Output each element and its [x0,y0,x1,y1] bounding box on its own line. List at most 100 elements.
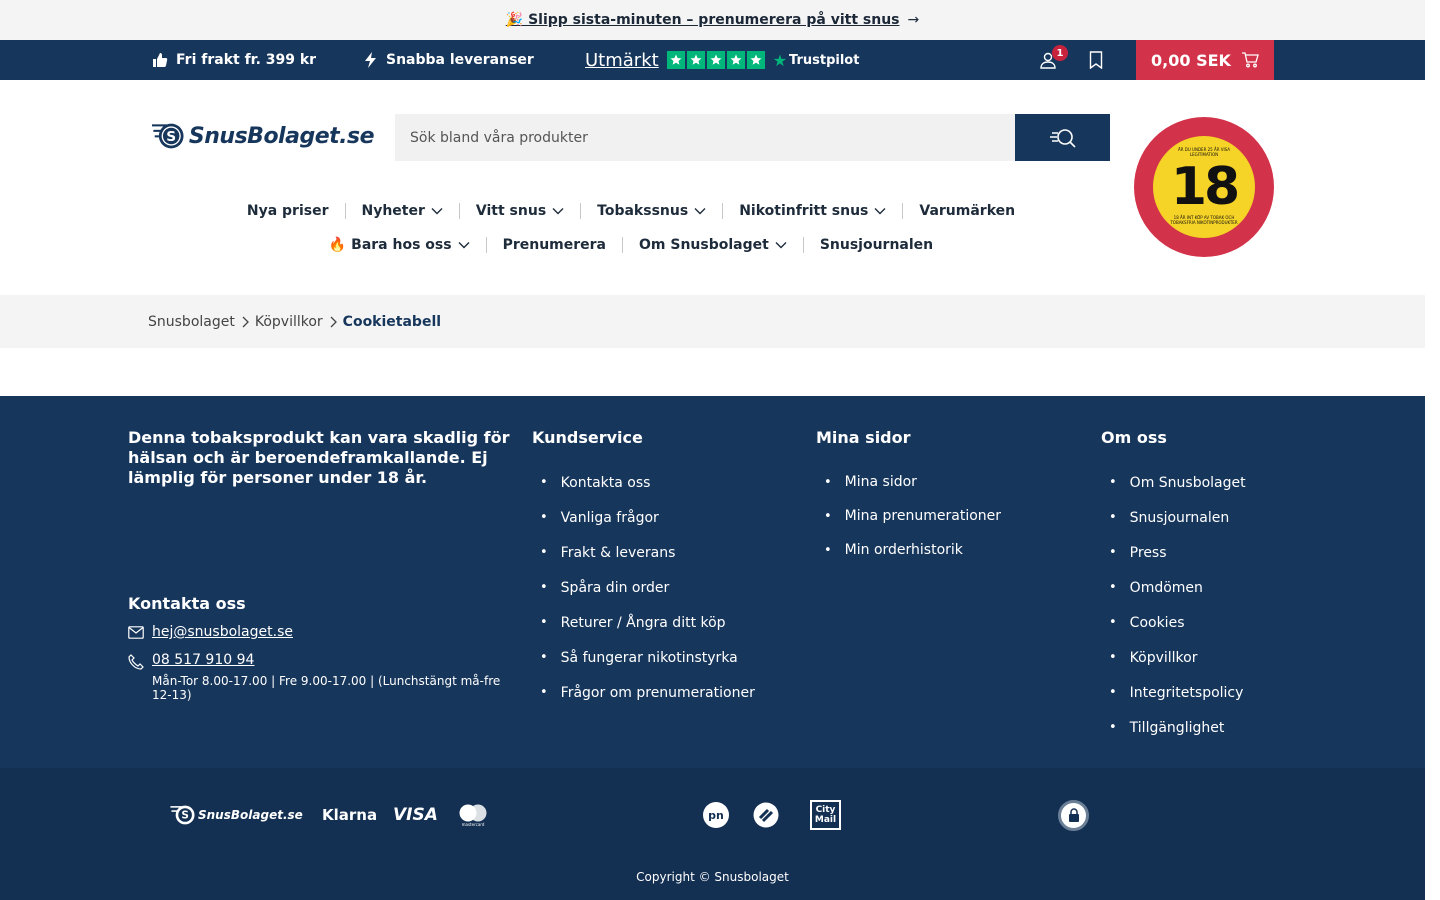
footer-link-item: Min orderhistorik [816,533,1001,567]
chevron-down-icon [694,208,706,215]
breadcrumb-home[interactable]: Snusbolaget [148,314,235,330]
footer-link[interactable]: Omdömen [1130,580,1203,596]
nav-item[interactable]: Nikotinfritt snus [723,203,902,219]
footer-mina-sidor-heading: Mina sidor [816,428,911,447]
chevron-down-icon [431,208,443,215]
footer-link[interactable]: Min orderhistorik [845,542,963,558]
site-logo[interactable]: S SnusBolaget.se [152,115,375,157]
citymail-line1: City [815,805,836,815]
lock-icon [1068,808,1079,822]
postnord-badge: pn [703,802,729,828]
nav-item-label: Varumärken [919,203,1016,219]
nav-item[interactable]: Nya priser [231,203,345,219]
postnord-logo: pn [703,800,729,830]
cart-total: 0,00 SEK [1151,50,1231,70]
footer-om-oss-heading: Om oss [1101,428,1167,447]
footer-om-oss-list: Om Snusbolaget Snusjournalen Press Omdömen C… [1101,465,1246,745]
footer-link[interactable]: Spåra din order [561,580,670,596]
footer-kundservice-list: Kontakta oss Vanliga frågor Frakt & levera… [532,465,755,710]
klarna-text: Klarna [322,806,378,824]
citymail-line2: Mail [814,815,837,825]
snus-logo-icon: S [152,123,184,149]
footer-link[interactable]: Cookies [1130,615,1185,631]
footer-link-item: Så fungerar nikotinstyrka [532,640,755,675]
footer-brand-logo: S SnusBolaget.se [170,800,303,830]
footer-link[interactable]: Om Snusbolaget [1130,475,1246,491]
citymail-box: City Mail [810,800,841,830]
trustpilot-widget[interactable]: Utmärkt ★ Trustpilot [585,40,859,80]
chevron-down-icon [874,208,886,215]
snus-logo-icon: S [170,805,195,825]
nav-item[interactable]: Snusjournalen [804,237,949,253]
footer-link-item: Snusjournalen [1101,500,1246,535]
footer-link-item: Vanliga frågor [532,500,755,535]
cart-icon [1241,52,1259,68]
usp-free-shipping-label: Fri frakt fr. 399 kr [176,52,317,68]
trustpilot-star-icon [726,51,745,69]
trygg-handel-logo [1058,799,1089,831]
footer-brand-text: SnusBolaget.se [198,808,303,822]
health-warning: Denna tobaksprodukt kan vara skadlig för… [128,428,510,487]
age-badge-top-text: ÄR DU UNDER 25 ÅR VISA LEGITIMATION [1177,147,1231,157]
svg-text:S: S [181,810,189,822]
trustpilot-rating: Utmärkt [585,49,659,71]
promo-bar: 🎉 Slipp sista-minuten – prenumerera på v… [0,0,1425,40]
nav-item[interactable]: Tobakssnus [581,203,722,219]
footer-phone-link[interactable]: 08 517 910 94 [152,652,254,668]
breadcrumb-current: Cookietabell [342,313,442,330]
footer-link[interactable]: Returer / Ångra ditt köp [561,615,726,631]
footer-link-item: Tillgänglighet [1101,710,1246,745]
footer-link-item: Integritetspolicy [1101,675,1246,710]
main-nav-row-1: Nya priser Nyheter Vitt snus Tobakssnus Niko… [0,200,1262,222]
cart-button[interactable]: 0,00 SEK [1136,40,1274,80]
breadcrumb-kopvillkor[interactable]: Köpvillkor [255,314,323,330]
phone-icon [128,654,144,670]
nav-item[interactable]: Prenumerera [487,237,622,253]
usp-free-shipping: Fri frakt fr. 399 kr [152,40,316,80]
trustpilot-star-icon [686,51,705,69]
lightning-icon [365,52,376,68]
account-button[interactable]: 1 [1038,40,1068,80]
visa-logo: VISA [393,800,438,830]
mastercard-icon [459,804,487,821]
footer-email-link[interactable]: hej@snusbolaget.se [152,624,293,640]
footer-link-item: Köpvillkor [1101,640,1246,675]
footer-link[interactable]: Vanliga frågor [561,510,659,526]
instabox-logo [753,800,779,830]
age-limit-inner: ÄR DU UNDER 25 ÅR VISA LEGITIMATION 18 1… [1153,136,1255,238]
footer-link[interactable]: Frakt & leverans [561,545,676,561]
wishlist-button[interactable] [1087,40,1105,80]
mastercard-text: mastercard [461,821,485,827]
footer-link[interactable]: Så fungerar nikotinstyrka [561,650,738,666]
footer-link[interactable]: Tillgänglighet [1130,720,1225,736]
nav-item[interactable]: Vitt snus [460,203,580,219]
sub-footer: S SnusBolaget.se Klarna VISA mastercard … [0,768,1425,900]
footer-link[interactable]: Press [1130,545,1167,561]
footer-link[interactable]: Mina sidor [845,474,917,490]
footer-link[interactable]: Mina prenumerationer [845,508,1001,524]
footer-link[interactable]: Kontakta oss [561,475,651,491]
search-button[interactable] [1015,114,1110,161]
footer-link-item: Kontakta oss [532,465,755,500]
nav-item[interactable]: Nyheter [346,203,459,219]
nav-item[interactable]: Om Snusbolaget [623,237,803,253]
footer-link[interactable]: Snusjournalen [1130,510,1230,526]
nav-item[interactable]: 🔥 Bara hos oss [313,237,486,253]
nav-item[interactable]: Varumärken [903,203,1031,219]
footer-link[interactable]: Köpvillkor [1130,650,1198,666]
footer-link[interactable]: Integritetspolicy [1130,685,1244,701]
thumbs-up-icon [153,53,168,67]
footer: Denna tobaksprodukt kan vara skadlig för… [0,396,1425,768]
footer-link[interactable]: Frågor om prenumerationer [561,685,755,701]
nav-item-label: Tobakssnus [597,203,689,219]
footer-email-row: hej@snusbolaget.se [128,624,293,640]
nav-item-label: Nyheter [361,203,425,219]
trustpilot-stars [666,51,765,69]
trustpilot-star-icon [666,51,685,69]
main-nav-row-2: 🔥 Bara hos oss Prenumerera Om Snusbolaget S… [0,234,1262,256]
footer-kundservice-heading: Kundservice [532,428,643,447]
trustpilot-star-icon [746,51,765,69]
search-input[interactable]: Sök bland våra produkter [395,114,1015,161]
promo-link[interactable]: 🎉 Slipp sista-minuten – prenumerera på v… [506,12,900,28]
footer-link-item: Omdömen [1101,570,1246,605]
